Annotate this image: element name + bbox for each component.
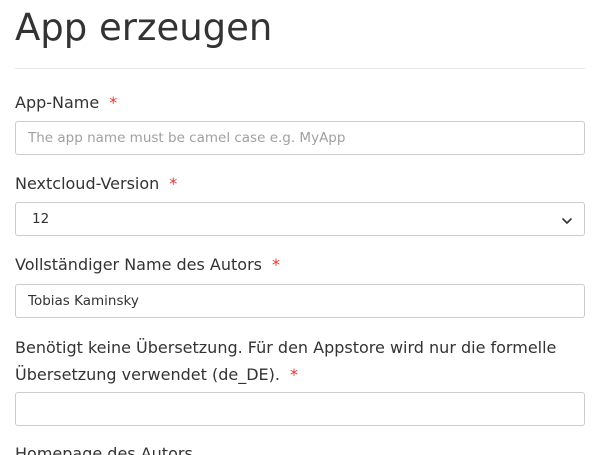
required-mark: *: [289, 365, 298, 384]
nextcloud-version-label: Nextcloud-Version *: [15, 171, 177, 197]
nextcloud-version-select[interactable]: 12: [15, 202, 585, 236]
app-name-label: App-Name *: [15, 90, 117, 116]
nextcloud-version-label-text: Nextcloud-Version: [15, 174, 160, 193]
app-name-input[interactable]: [15, 121, 585, 155]
required-mark: *: [169, 174, 178, 193]
app-create-page: App erzeugen App-Name * Nextcloud-Version…: [0, 0, 610, 455]
translation-note-input[interactable]: [15, 392, 585, 426]
author-name-label: Vollständiger Name des Autors *: [15, 252, 280, 278]
nextcloud-version-selected-value: 12: [32, 211, 50, 227]
page-title: App erzeugen: [15, 6, 273, 49]
author-homepage-label: Homepage des Autors: [15, 441, 193, 455]
translation-note-label-text: Benötigt keine Übersetzung. Für den Apps…: [15, 338, 557, 384]
author-name-label-text: Vollständiger Name des Autors: [15, 255, 262, 274]
author-homepage-label-text: Homepage des Autors: [15, 444, 193, 455]
translation-note-label: Benötigt keine Übersetzung. Für den Apps…: [15, 334, 585, 388]
required-mark: *: [271, 255, 280, 274]
app-name-label-text: App-Name: [15, 93, 100, 112]
author-name-input[interactable]: [15, 284, 585, 318]
chevron-down-icon: [562, 214, 572, 224]
title-divider: [15, 68, 585, 69]
required-mark: *: [109, 93, 118, 112]
